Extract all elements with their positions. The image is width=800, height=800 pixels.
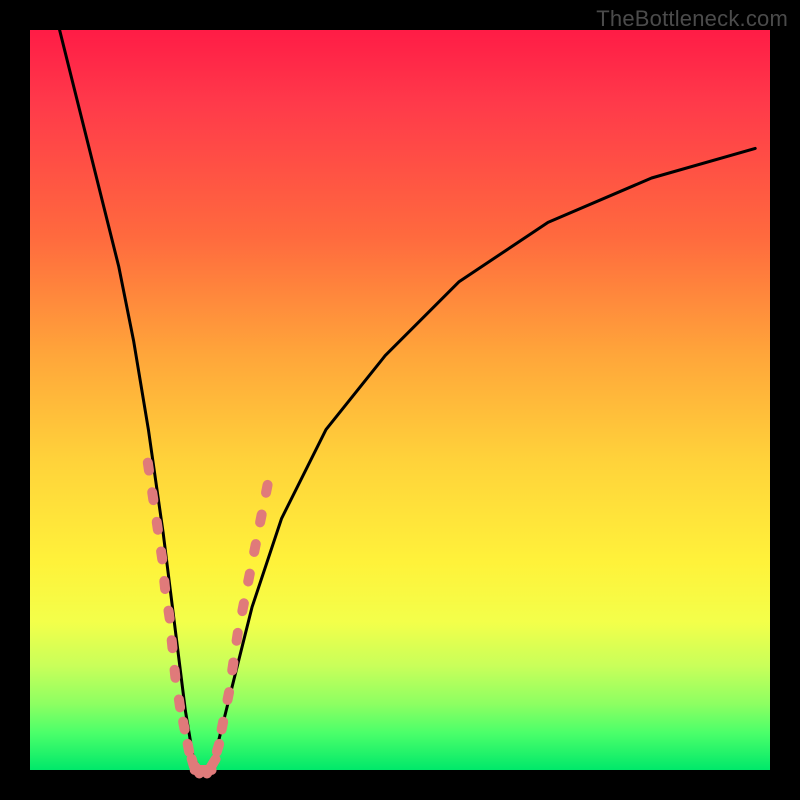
- marker-bead: [177, 716, 190, 736]
- bottleneck-curve: [60, 30, 756, 770]
- chart-frame: TheBottleneck.com: [0, 0, 800, 800]
- marker-bead: [242, 568, 255, 588]
- beads-layer: [142, 457, 273, 780]
- marker-bead: [260, 479, 273, 499]
- curve-layer: [60, 30, 756, 770]
- marker-bead: [236, 597, 249, 617]
- chart-svg: [30, 30, 770, 770]
- marker-bead: [222, 686, 235, 706]
- marker-bead: [227, 657, 240, 676]
- marker-bead: [199, 765, 217, 775]
- plot-area: [30, 30, 770, 770]
- marker-bead: [216, 716, 229, 736]
- watermark-text: TheBottleneck.com: [596, 6, 788, 32]
- marker-bead: [254, 509, 267, 529]
- marker-bead: [211, 738, 226, 758]
- marker-bead: [248, 538, 261, 558]
